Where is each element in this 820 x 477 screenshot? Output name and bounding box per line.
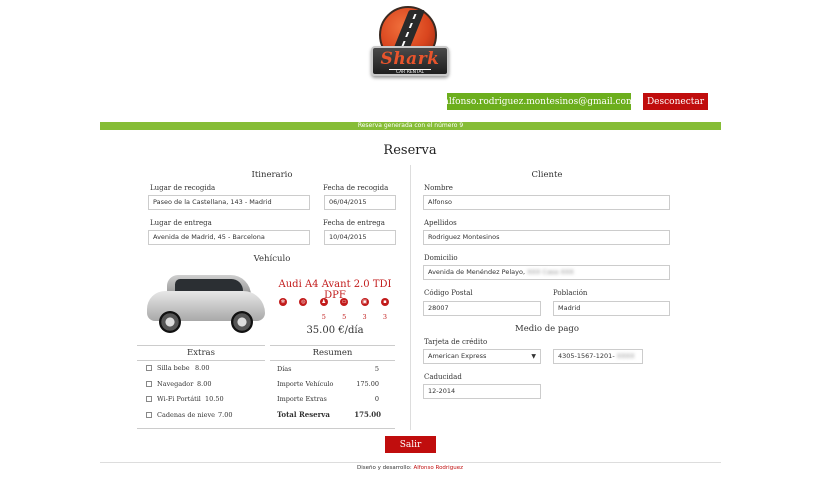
car-price: 35.00 €/día	[306, 325, 364, 336]
domicilio-value: Avenida de Menéndez Pelayo,	[428, 268, 526, 276]
card-number-field[interactable]: 4305-1567-1201- XXXX	[553, 349, 643, 364]
resumen-importe-vehiculo-label: Importe Vehículo	[277, 380, 334, 388]
car-image	[145, 271, 267, 337]
car-features-values: 5 5 3 3	[278, 313, 390, 321]
large-luggage-value: 3	[362, 313, 367, 321]
extra-item-navegador: Navegador 8.00	[146, 380, 266, 388]
extra-checkbox[interactable]	[146, 411, 152, 418]
poblacion-field[interactable]: Madrid	[553, 301, 670, 316]
domicilio-field[interactable]: Avenida de Menéndez Pelayo, XXX Casa XXX	[423, 265, 670, 280]
resumen-total-label: Total Reserva	[277, 410, 330, 419]
dropoff-date-field[interactable]: 10/04/2015	[324, 230, 396, 245]
gps-icon: ◎	[299, 298, 308, 306]
feature-value	[298, 313, 308, 321]
car-wheel-rear	[231, 311, 253, 333]
pago-title: Medio de pago	[515, 324, 579, 334]
salir-button[interactable]: Salir	[385, 436, 436, 453]
small-luggage-icon: ▪	[380, 298, 389, 306]
footer-text: Diseño y desarrollo:	[357, 465, 414, 471]
extras-list: Silla bebe 8.00 Navegador 8.00 Wi-Fi Por…	[146, 364, 266, 419]
extra-price: 7.00	[218, 410, 233, 419]
extra-item-wifi: Wi-Fi Portátil 10.50	[146, 395, 266, 403]
car-wheel-front	[159, 311, 181, 333]
vehiculo-title: Vehículo	[253, 254, 291, 264]
user-email-button[interactable]: alfonso.rodriguez.montesinos@gmail.com	[444, 93, 635, 110]
seats-icon: ♟	[319, 298, 328, 306]
nombre-label: Nombre	[424, 184, 453, 192]
extra-price: 10.50	[205, 395, 224, 403]
extra-item-silla: Silla bebe 8.00	[146, 364, 266, 372]
doors-value: 5	[342, 313, 347, 321]
dropoff-place-label: Lugar de entrega	[150, 219, 212, 227]
resumen-header-divider	[270, 360, 395, 361]
seats-value: 5	[321, 313, 326, 321]
domicilio-hidden-value: XXX Casa XXX	[527, 268, 574, 276]
extra-label: Navegador	[157, 379, 194, 388]
logo-title: Shark	[380, 49, 440, 69]
footer-author-link[interactable]: Alfonso Rodriguez	[413, 465, 463, 471]
extra-label: Wi-Fi Portátil	[157, 395, 201, 403]
dropoff-place-field[interactable]: Avenida de Madrid, 45 - Barcelona	[148, 230, 310, 245]
dropoff-date-label: Fecha de entrega	[323, 219, 385, 227]
logout-button[interactable]: Desconectar	[643, 93, 708, 110]
pickup-date-label: Fecha de recogida	[323, 184, 389, 192]
tarjeta-select[interactable]: American Express ▼	[423, 349, 541, 364]
reservation-banner: Reserva generada con el número 9	[100, 122, 721, 130]
resumen-total-value: 175.00	[354, 410, 381, 419]
nombre-field[interactable]: Alfonso	[423, 195, 670, 210]
footer-divider	[100, 462, 721, 463]
extras-title: Extras	[187, 348, 215, 358]
logo-subtitle: CAR RENTAL	[389, 69, 431, 75]
cp-label: Código Postal	[424, 289, 473, 297]
apellidos-field[interactable]: Rodriguez Montesinos	[423, 230, 670, 245]
cliente-title: Cliente	[531, 170, 563, 180]
extra-checkbox[interactable]	[146, 396, 152, 402]
itinerario-title: Itinerario	[251, 170, 293, 180]
card-number-hidden: XXXX	[616, 352, 635, 360]
select-arrow-icon: ▼	[531, 353, 536, 360]
domicilio-label: Domicilio	[424, 254, 458, 262]
feature-value	[278, 313, 288, 321]
caducidad-label: Caducidad	[424, 373, 462, 381]
cp-field[interactable]: 28007	[423, 301, 541, 316]
column-divider	[410, 165, 411, 430]
extra-label: Silla bebe	[157, 364, 190, 372]
extra-item-cadenas: Cadenas de nieve 7.00	[146, 411, 266, 419]
resumen-dias-label: Días	[277, 365, 292, 373]
resumen-top-divider	[270, 345, 395, 346]
resumen-importe-extras-value: 0	[374, 395, 379, 403]
extra-checkbox[interactable]	[146, 365, 152, 371]
car-features-icons: ✻ ◎ ♟ ▭ ▣ ▪	[279, 298, 389, 306]
tarjeta-selected: American Express	[428, 352, 487, 360]
card-number: 4305-1567-1201-	[558, 352, 615, 360]
small-luggage-value: 3	[382, 313, 388, 321]
extra-price: 8.00	[197, 379, 212, 388]
bottom-divider	[137, 428, 395, 429]
footer: Diseño y desarrollo: Alfonso Rodriguez	[0, 465, 820, 471]
large-luggage-icon: ▣	[360, 298, 369, 306]
doors-icon: ▭	[340, 298, 349, 306]
resumen-importe-vehiculo-value: 175.00	[356, 380, 379, 388]
air-conditioning-icon: ✻	[279, 298, 287, 306]
resumen-title: Resumen	[312, 348, 353, 358]
poblacion-label: Población	[553, 289, 588, 297]
caducidad-field[interactable]: 12-2014	[423, 384, 541, 399]
extras-header-divider	[137, 360, 265, 361]
pickup-place-label: Lugar de recogida	[150, 184, 216, 192]
resumen-dias-value: 5	[374, 365, 379, 373]
extra-price: 8.00	[195, 364, 210, 372]
pickup-place-field[interactable]: Paseo de la Castellana, 143 - Madrid	[148, 195, 310, 210]
apellidos-label: Apellidos	[424, 219, 457, 227]
page-title: Reserva	[383, 143, 437, 158]
extra-checkbox[interactable]	[146, 380, 152, 387]
resumen-importe-extras-label: Importe Extras	[277, 395, 327, 403]
extra-label: Cadenas de nieve	[157, 410, 216, 419]
extras-top-divider	[137, 345, 265, 346]
shark-logo: Shark CAR RENTAL	[371, 6, 449, 78]
pickup-date-field[interactable]: 06/04/2015	[324, 195, 396, 210]
tarjeta-label: Tarjeta de crédito	[424, 338, 488, 346]
